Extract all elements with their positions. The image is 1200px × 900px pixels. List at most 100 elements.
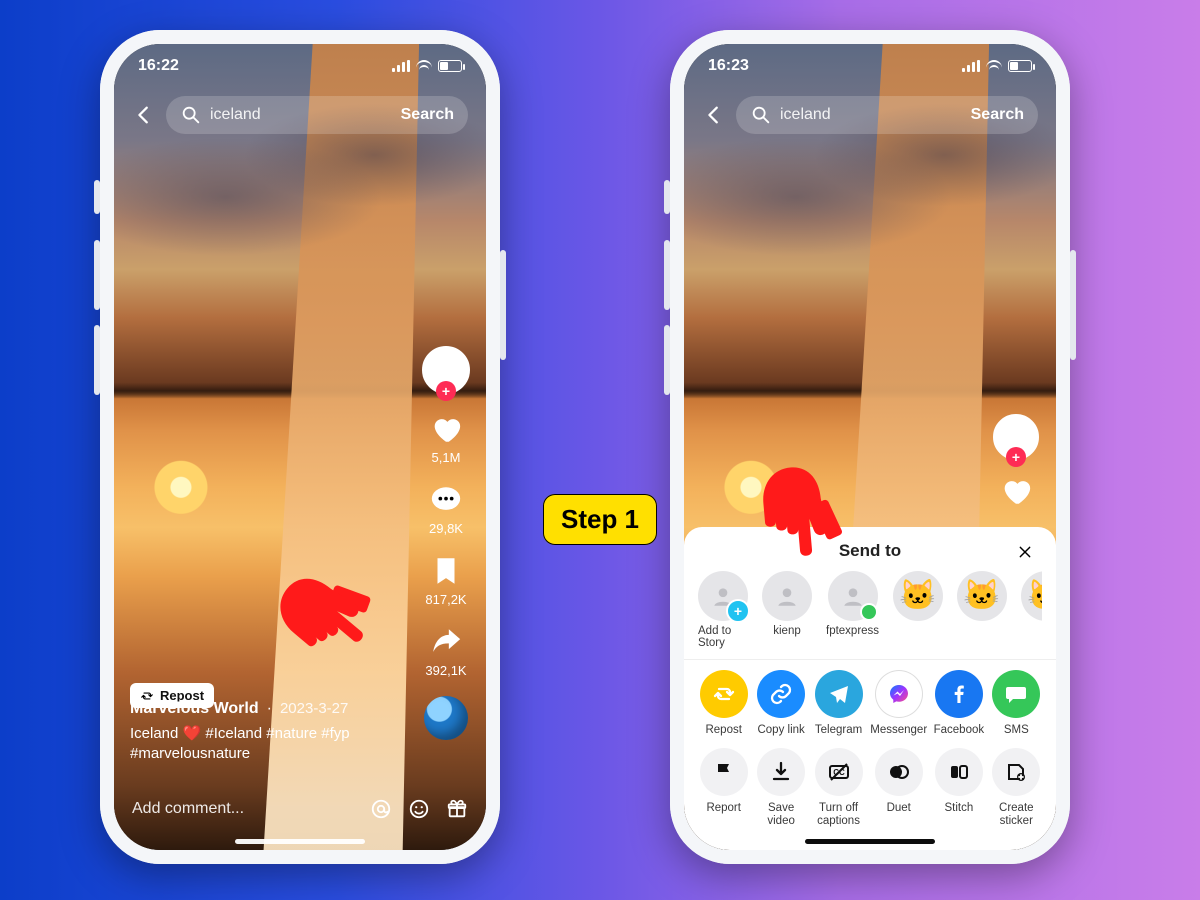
phone-side-button	[664, 325, 670, 395]
phone-left: 16:22 iceland Search 5,1M	[100, 30, 500, 864]
close-icon	[1017, 544, 1033, 560]
link-icon	[757, 670, 805, 718]
close-button[interactable]	[1012, 539, 1038, 565]
signal-icon	[392, 60, 410, 72]
save-button[interactable]: 817,2K	[425, 554, 466, 607]
comment-button[interactable]: 29,8K	[429, 483, 463, 536]
search-field[interactable]: iceland Search	[166, 96, 468, 134]
share-stitch[interactable]: Stitch	[933, 748, 984, 828]
share-label: Report	[706, 802, 741, 815]
status-bar: 16:22	[114, 44, 486, 88]
repost-icon	[700, 670, 748, 718]
search-button[interactable]: Search	[971, 106, 1024, 124]
action-rail: 5,1M 29,8K 817,2K 392,1K	[418, 346, 474, 740]
search-button[interactable]: Search	[401, 106, 454, 124]
status-time: 16:23	[708, 57, 749, 75]
search-icon	[180, 104, 202, 126]
share-count: 392,1K	[425, 663, 466, 678]
video-caption[interactable]: Iceland ❤️ #Iceland #nature #fyp #marvel…	[130, 724, 406, 765]
heart-icon	[429, 412, 463, 446]
chevron-left-icon	[133, 104, 155, 126]
share-messenger[interactable]: Messenger	[870, 670, 927, 737]
share-label: Duet	[887, 802, 911, 815]
cat-sticker-icon: 🐱	[899, 581, 936, 611]
stitch-icon	[935, 748, 983, 796]
comment-icon	[429, 483, 463, 517]
back-button[interactable]	[702, 103, 726, 127]
share-label: Stitch	[944, 802, 973, 815]
emoji-icon[interactable]	[408, 798, 430, 820]
share-sheet-title-text: Send to	[839, 541, 901, 560]
contact-label: kienp	[773, 625, 801, 637]
status-icons	[962, 60, 1032, 72]
share-turn-off-captions[interactable]: CC Turn off captions	[813, 748, 864, 828]
share-icon	[429, 625, 463, 659]
avatar-icon	[422, 346, 470, 394]
share-telegram[interactable]: Telegram	[813, 670, 864, 737]
share-label: Repost	[705, 724, 741, 737]
contact-item-obscured[interactable]: 🐱	[1021, 571, 1042, 649]
comment-input[interactable]: Add comment...	[132, 800, 354, 818]
heart-icon	[999, 474, 1033, 508]
contact-item-obscured[interactable]: 🐱	[957, 571, 1007, 649]
comment-bar: Add comment...	[114, 786, 486, 832]
share-duet[interactable]: Duet	[870, 748, 927, 828]
bookmark-icon	[429, 554, 463, 588]
person-icon	[710, 583, 736, 609]
avatar-icon	[993, 414, 1039, 460]
contact-item[interactable]: kienp	[762, 571, 812, 649]
telegram-icon	[815, 670, 863, 718]
cat-sticker-icon: 🐱	[1027, 581, 1042, 611]
phone-side-button	[1070, 250, 1076, 360]
gift-icon[interactable]	[446, 798, 468, 820]
share-label: Turn off captions	[813, 802, 864, 828]
share-save-video[interactable]: Save video	[755, 748, 806, 828]
phone-side-button	[94, 180, 100, 214]
share-label: Facebook	[934, 724, 985, 737]
tutorial-pointer	[718, 456, 848, 586]
share-sms[interactable]: SMS	[991, 670, 1042, 737]
action-rail	[988, 414, 1044, 508]
chevron-left-icon	[703, 104, 725, 126]
contact-item-obscured[interactable]: 🐱	[893, 571, 943, 649]
duet-icon	[875, 748, 923, 796]
share-copy-link[interactable]: Copy link	[755, 670, 806, 737]
download-icon	[757, 748, 805, 796]
comment-count: 29,8K	[429, 521, 463, 536]
like-button[interactable]	[999, 474, 1033, 508]
share-create-sticker[interactable]: Create sticker	[991, 748, 1042, 828]
phone-side-button	[664, 240, 670, 310]
phone-right: 16:23 iceland Search	[670, 30, 1070, 864]
signal-icon	[962, 60, 980, 72]
share-label: Save video	[755, 802, 806, 828]
profile-avatar[interactable]	[422, 346, 470, 394]
profile-avatar[interactable]	[993, 414, 1039, 460]
contact-item[interactable]: fptexpress	[826, 571, 879, 649]
contact-label: fptexpress	[826, 625, 879, 637]
share-label: Copy link	[757, 724, 804, 737]
status-icons	[392, 60, 462, 72]
divider	[684, 659, 1056, 660]
search-field[interactable]: iceland Search	[736, 96, 1038, 134]
share-repost[interactable]: Repost	[698, 670, 749, 737]
share-apps-row: Repost Copy link Telegram Messenger Face…	[698, 670, 1042, 828]
avatar-icon	[828, 571, 878, 621]
share-button[interactable]: 392,1K	[425, 625, 466, 678]
sound-disc[interactable]	[424, 696, 468, 740]
share-facebook[interactable]: Facebook	[933, 670, 984, 737]
phone-screen: 16:23 iceland Search	[684, 44, 1056, 850]
video-info: Marvelous World · 2023-3-27 Iceland ❤️ #…	[130, 700, 406, 765]
like-button[interactable]: 5,1M	[429, 412, 463, 465]
facebook-icon	[935, 670, 983, 718]
home-indicator	[805, 839, 935, 844]
back-button[interactable]	[132, 103, 156, 127]
dot: ·	[267, 700, 272, 718]
wifi-icon	[986, 60, 1002, 72]
share-report[interactable]: Report	[698, 748, 749, 828]
search-icon	[750, 104, 772, 126]
battery-icon	[438, 60, 462, 72]
author-name[interactable]: Marvelous World	[130, 700, 259, 718]
search-query: iceland	[780, 106, 971, 124]
phone-side-button	[500, 250, 506, 360]
mention-icon[interactable]	[370, 798, 392, 820]
